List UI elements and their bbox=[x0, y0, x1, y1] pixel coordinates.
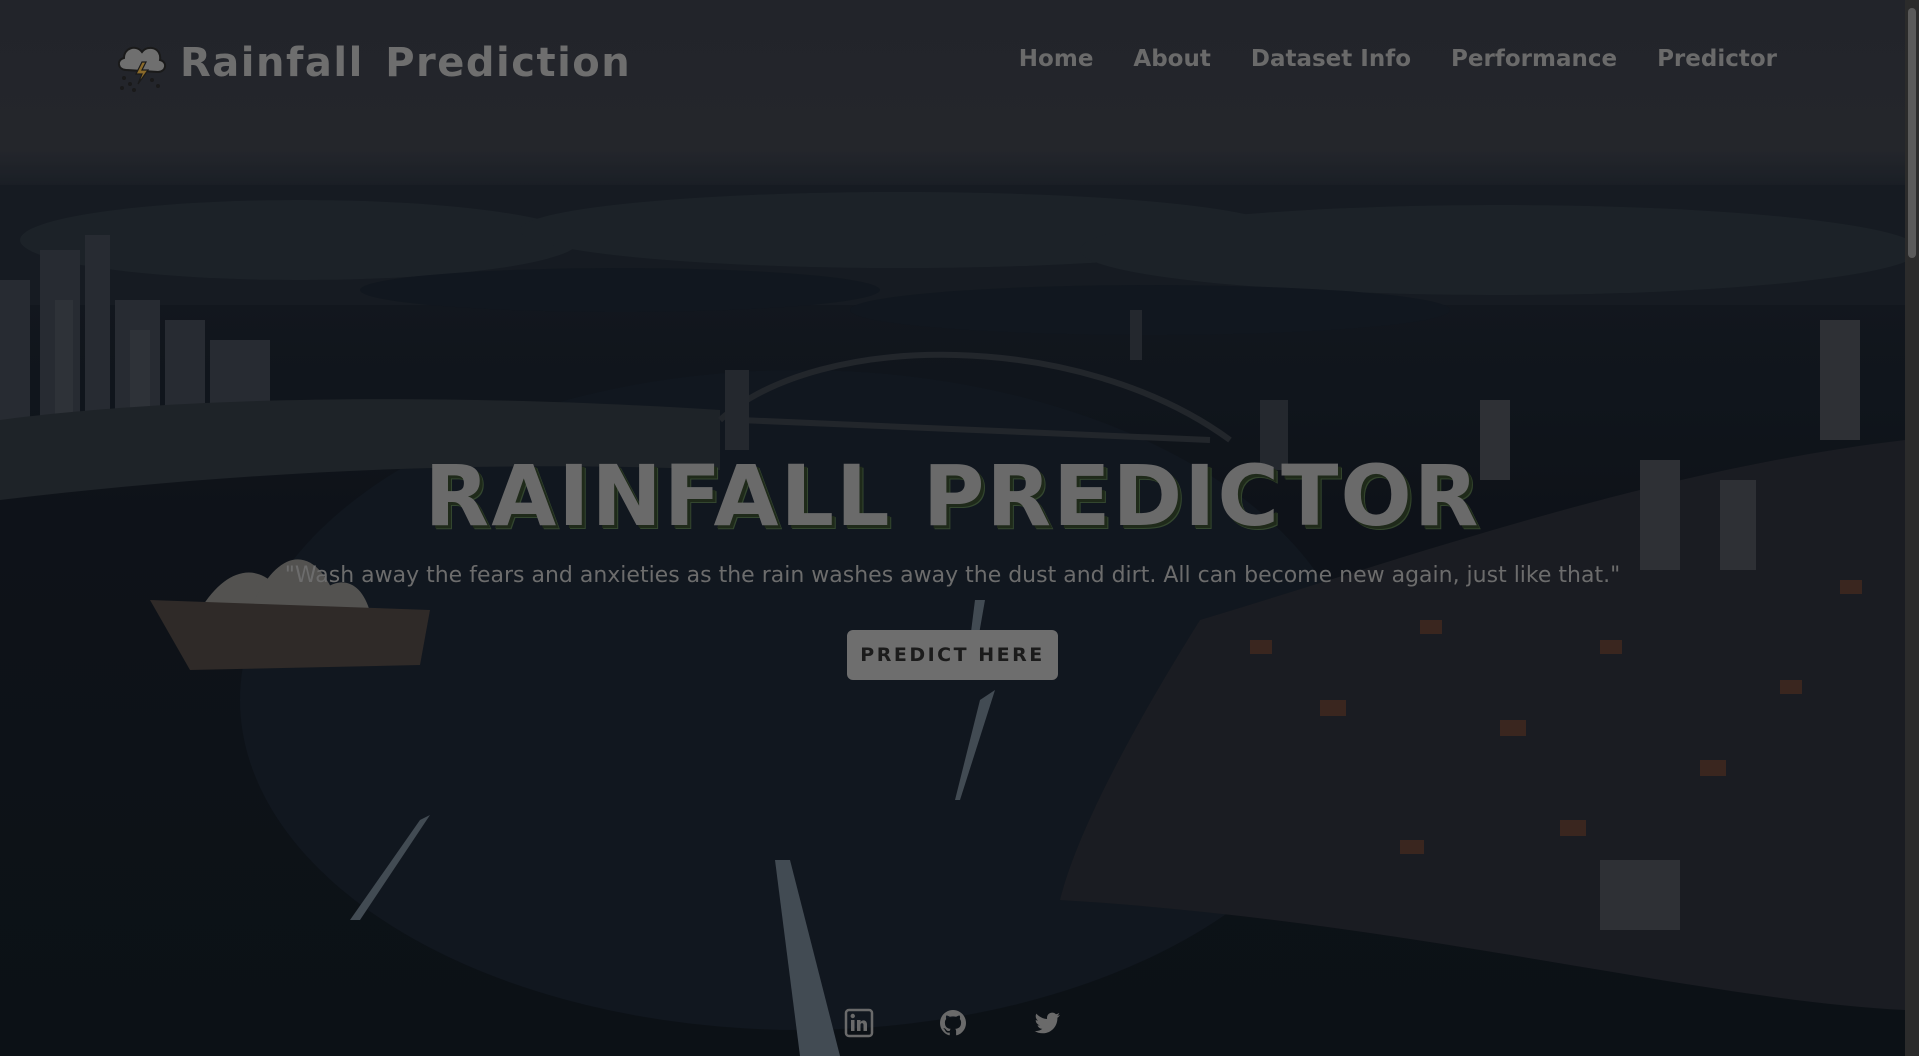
social-links bbox=[0, 1008, 1905, 1038]
hero-title: RAINFALL PREDICTOR bbox=[424, 447, 1481, 545]
hero-quote: "Wash away the fears and anxieties as th… bbox=[284, 563, 1621, 588]
thunderstorm-cloud-icon bbox=[118, 46, 166, 92]
twitter-icon[interactable] bbox=[1032, 1008, 1062, 1038]
linkedin-icon[interactable] bbox=[844, 1008, 874, 1038]
main-nav: Home About Dataset Info Performance Pred… bbox=[1019, 46, 1777, 72]
github-icon[interactable] bbox=[938, 1008, 968, 1038]
scrollbar-thumb[interactable] bbox=[1908, 8, 1916, 258]
brand-title: Rainfall Prediction bbox=[180, 40, 632, 86]
page: Rainfall Prediction Home About Dataset I… bbox=[0, 0, 1919, 1056]
vertical-scrollbar[interactable] bbox=[1905, 0, 1919, 1056]
nav-item-predictor[interactable]: Predictor bbox=[1657, 46, 1777, 72]
nav-item-performance[interactable]: Performance bbox=[1451, 46, 1617, 72]
brand[interactable]: Rainfall Prediction bbox=[112, 34, 631, 92]
nav-item-dataset-info[interactable]: Dataset Info bbox=[1251, 46, 1411, 72]
nav-item-about[interactable]: About bbox=[1133, 46, 1210, 72]
nav-item-home[interactable]: Home bbox=[1019, 46, 1094, 72]
site-header: Rainfall Prediction Home About Dataset I… bbox=[0, 0, 1905, 125]
predict-here-button[interactable]: PREDICT HERE bbox=[847, 630, 1058, 680]
